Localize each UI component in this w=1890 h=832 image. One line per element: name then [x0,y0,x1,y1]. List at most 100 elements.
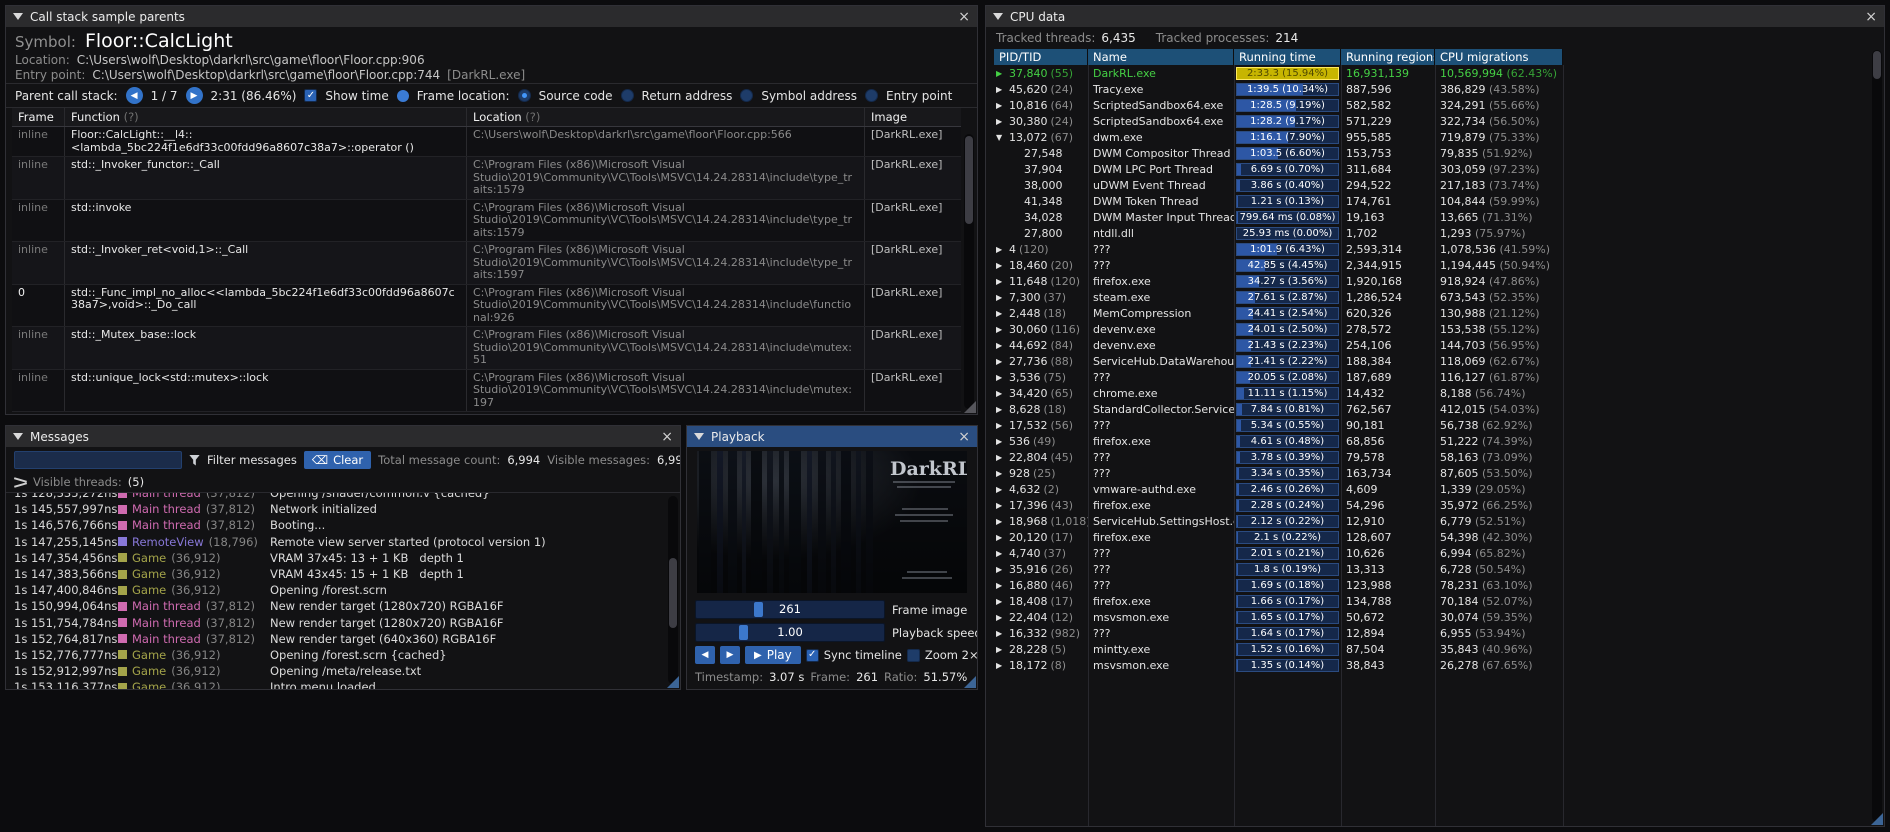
expand-arrow-icon[interactable]: ▶ [996,309,1006,318]
cpu-row[interactable]: ▶ 22,804 (45)??? 3.78 s (0.39%) 79,578 58,163… [994,449,1884,465]
playback-titlebar[interactable]: Playback × [687,426,977,447]
callstack-row[interactable]: inline std::_Invoker_ret<void,1>::_Call C:… [12,242,961,285]
expand-arrow-icon[interactable]: ▶ [996,101,1006,110]
cpu-row[interactable]: ▶ 30,380 (24) ScriptedSandbox64.exe 1:28.2 (… [994,113,1884,129]
message-row[interactable]: 1s 128,335,272ns Main thread (37,812) Openi… [6,493,680,501]
expand-arrow-icon[interactable]: ▶ [996,117,1006,126]
cpu-row[interactable]: ▶ 34,420 (65) chrome.exe 11.11 s (1.15%) 14,4… [994,385,1884,401]
expand-arrow-icon[interactable]: ▶ [996,501,1006,510]
cpu-row[interactable]: 34,028 DWM Master Input Thread 799.64 ms (… [994,209,1884,225]
message-row[interactable]: 1s 152,776,777ns Game (36,912) Opening /for… [6,647,680,663]
radio-return-address[interactable] [620,89,634,102]
expand-arrow-icon[interactable]: ▶ [996,357,1006,366]
expand-arrow-icon[interactable]: ▶ [996,341,1006,350]
collapse-arrow-icon[interactable] [13,433,23,440]
cpu-row[interactable]: 37,904 DWM LPC Port Thread 6.69 s (0.70%) 3… [994,161,1884,177]
radio-symbol-address[interactable] [740,89,754,102]
cpu-row[interactable]: ▶ 18,968 (1,018) ServiceHub.SettingsHost.ex… [994,513,1884,529]
message-row[interactable]: 1s 145,557,997ns Main thread (37,812) Netwo… [6,501,680,517]
resize-grip[interactable] [1871,813,1883,825]
close-icon[interactable]: × [958,10,970,24]
messages-scrollbar[interactable] [668,496,678,684]
cpu-row[interactable]: ▶ 16,332 (982)??? 1.64 s (0.17%) 12,894 6,955… [994,625,1884,641]
radio-entry-point-label[interactable]: Entry point [886,89,952,103]
callstack-row[interactable]: inline std::invoke C:\Program Files (x86)\… [12,199,961,242]
frame-image-slider[interactable]: 261 [695,600,885,619]
message-row[interactable]: 1s 153,116,377ns Game (36,912) Intro menu l… [6,679,680,689]
expand-arrow-icon[interactable]: ▶ [996,517,1006,526]
cpu-row[interactable]: ▶ 20,120 (17) firefox.exe 2.1 s (0.22%) 128,6… [994,529,1884,545]
column-header-pid-tid[interactable]: PID/TID [994,49,1088,65]
message-row[interactable]: 1s 147,400,846ns Game (36,912) Opening /for… [6,582,680,598]
message-row[interactable]: 1s 146,576,766ns Main thread (37,812) Booti… [6,517,680,533]
cpu-row[interactable]: ▶ 4 (120)??? 1:01.9 (6.43%) 2,593,314 1,078,5… [994,241,1884,257]
message-row[interactable]: 1s 150,994,064ns Main thread (37,812) New r… [6,598,680,614]
cpu-row[interactable]: ▶ 7,300 (37) steam.exe 27.61 s (2.87%) 1,286,… [994,289,1884,305]
cpu-row[interactable]: ▶ 928 (25)??? 3.34 s (0.35%) 163,734 87,605 (… [994,465,1884,481]
column-header-image[interactable]: Image [864,108,961,126]
expand-arrow-icon[interactable]: ▶ [996,661,1006,670]
expand-arrow-icon[interactable]: ▶ [996,565,1006,574]
sync-timeline-checkbox[interactable] [805,648,819,662]
radio-source-code-label[interactable]: Source code [539,89,613,103]
cpu-row[interactable]: ▶ 10,816 (64) ScriptedSandbox64.exe 1:28.5 (… [994,97,1884,113]
expand-arrow-icon[interactable]: ▶ [996,261,1006,270]
expand-arrow-icon[interactable]: ▶ [996,373,1006,382]
expand-arrow-icon[interactable]: ▶ [996,85,1006,94]
radio-return-address-label[interactable]: Return address [642,89,733,103]
next-frame-button[interactable]: ▶ [720,646,740,664]
cpu-row[interactable]: 27,800 ntdll.dll 25.93 ms (0.00%) 1,702 1,29… [994,225,1884,241]
column-header-cpu-migrations[interactable]: CPU migrations [1435,49,1563,65]
callstack-row[interactable]: inline Floor::CalcLight::__l4::<lambda_5b… [12,127,961,157]
cpu-titlebar[interactable]: CPU data × [986,6,1884,27]
cpu-row[interactable]: ▶ 30,060 (116) devenv.exe 24.01 s (2.50%) 278… [994,321,1884,337]
cpu-row[interactable]: ▶ 16,880 (46)??? 1.69 s (0.18%) 123,988 78,23… [994,577,1884,593]
expand-arrow-icon[interactable]: ▶ [996,469,1006,478]
clear-button[interactable]: ⌫ Clear [303,451,372,469]
cpu-row[interactable]: ▶ 27,736 (88) ServiceHub.DataWarehouse 21.41… [994,353,1884,369]
cpu-row[interactable]: ▶ 8,628 (18) StandardCollector.Service.e 7.8… [994,401,1884,417]
expand-arrow-icon[interactable]: ▶ [996,485,1006,494]
radio-source-code[interactable] [517,89,531,102]
callstack-row[interactable]: inline std::_Invoker_functor::_Call C:\Pro… [12,157,961,200]
cpu-row[interactable]: ▶ 22,404 (12) msvsmon.exe 1.65 s (0.17%) 50,6… [994,609,1884,625]
expand-arrow-icon[interactable]: ▶ [996,629,1006,638]
message-row[interactable]: 1s 147,383,566ns Game (36,912) VRAM 43x45: … [6,566,680,582]
resize-grip[interactable] [667,676,679,688]
message-row[interactable]: 1s 152,764,817ns Main thread (37,812) New r… [6,631,680,647]
column-header-location[interactable]: Location (?) [466,108,864,126]
cpu-row[interactable]: ▼ 13,072 (67) dwm.exe 1:16.1 (7.90%) 955,585 7… [994,129,1884,145]
column-header-running-time[interactable]: Running time [1234,49,1341,65]
cpu-row[interactable]: ▶ 11,648 (120) firefox.exe 34.27 s (3.56%) 1,… [994,273,1884,289]
next-callstack-button[interactable]: ▶ [185,87,203,104]
cpu-row[interactable]: 38,000 uDWM Event Thread 3.86 s (0.40%) 294… [994,177,1884,193]
expand-arrow-icon[interactable]: ▶ [996,325,1006,334]
cpu-row[interactable]: ▶ 44,692 (84) devenv.exe 21.43 s (2.23%) 254,… [994,337,1884,353]
callstack-row[interactable]: 0 std::_Func_impl_no_alloc<<lambda_5bc224… [12,284,961,327]
expand-arrow-icon[interactable]: ▶ [996,533,1006,542]
prev-frame-button[interactable]: ◀ [695,646,715,664]
collapse-arrow-icon[interactable] [694,433,704,440]
expand-arrow-icon[interactable]: ▶ [996,405,1006,414]
messages-titlebar[interactable]: Messages × [6,426,680,447]
cpu-row[interactable]: ▶ 18,408 (17) firefox.exe 1.66 s (0.17%) 134,… [994,593,1884,609]
expand-arrow-icon[interactable]: ▶ [996,245,1006,254]
cpu-row[interactable]: ▶ 35,916 (26)??? 1.8 s (0.19%) 13,313 6,728 (… [994,561,1884,577]
callstack-titlebar[interactable]: Call stack sample parents × [6,6,977,27]
expand-arrow-icon[interactable]: ▶ [996,69,1006,78]
column-header-frame[interactable]: Frame [12,108,64,126]
expand-arrow-icon[interactable]: ▶ [996,277,1006,286]
visible-threads-row[interactable]: Visible threads: (5) [6,473,680,493]
expand-arrow-icon[interactable]: ▶ [996,421,1006,430]
radio-entry-point[interactable] [865,89,878,102]
messages-scrollbar-thumb[interactable] [669,558,677,628]
column-header-running-regions[interactable]: Running regions [1341,49,1435,65]
radio-symbol-address-label[interactable]: Symbol address [761,89,857,103]
callstack-scrollbar-thumb[interactable] [965,136,973,224]
cpu-scrollbar[interactable] [1872,50,1882,822]
cpu-row[interactable]: ▶ 2,448 (18) MemCompression 24.41 s (2.54%) 6… [994,305,1884,321]
close-icon[interactable]: × [661,430,673,444]
column-header-function[interactable]: Function (?) [64,108,466,126]
expand-arrow-icon[interactable]: ▶ [996,597,1006,606]
expand-arrow-icon[interactable]: ▶ [996,389,1006,398]
